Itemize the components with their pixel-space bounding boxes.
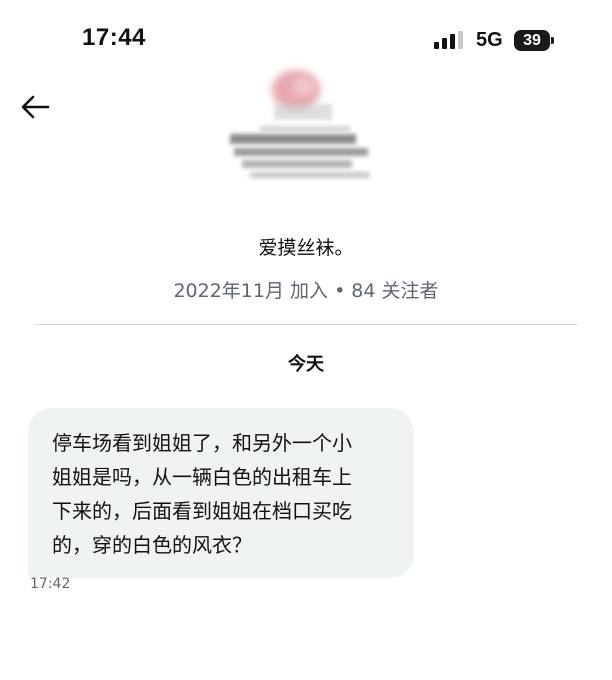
message-text-line: 的，穿的白色的风衣？ xyxy=(52,533,252,557)
status-time: 17:44 xyxy=(82,24,146,51)
message-text-line: 下来的，后面看到姐姐在档口买吃 xyxy=(52,499,352,523)
profile-name[interactable]: 爱摸丝袜。 xyxy=(0,233,612,260)
divider xyxy=(34,324,578,325)
message-text-line: 姐姐是吗，从一辆白色的出租车上 xyxy=(52,465,352,489)
avatar[interactable] xyxy=(220,62,380,190)
battery-indicator: 39 xyxy=(514,30,554,51)
battery-tip xyxy=(551,37,554,44)
message-timestamp: 17:42 xyxy=(30,576,71,592)
network-type-label: 5G xyxy=(476,29,503,51)
message-text-line: 停车场看到姐姐了，和另外一个小 xyxy=(52,431,352,455)
signal-bars-icon xyxy=(434,31,463,49)
date-separator: 今天 xyxy=(288,354,324,375)
message-bubble[interactable]: 停车场看到姐姐了，和另外一个小 姐姐是吗，从一辆白色的出租车上 下来的，后面看到… xyxy=(28,408,414,578)
profile-meta: 2022年11月 加入 • 84 关注者 xyxy=(173,280,439,302)
dm-conversation-screen: 17:44 5G 39 爱摸丝袜。 2022年11月 加入 • 84 关注者 今… xyxy=(0,0,612,680)
battery-level: 39 xyxy=(514,30,550,51)
back-arrow-icon[interactable] xyxy=(18,92,52,122)
